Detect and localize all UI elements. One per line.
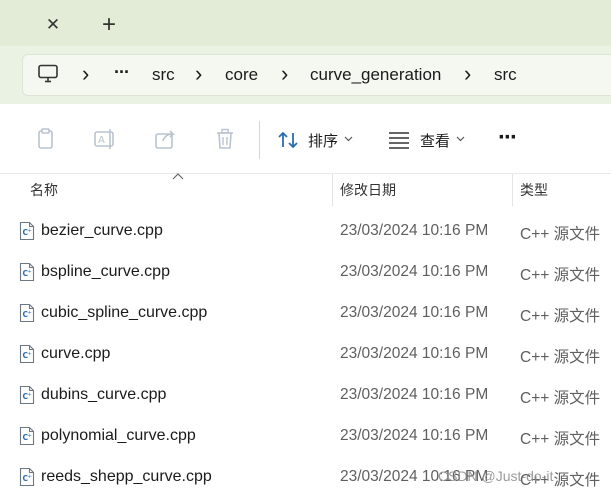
toolbar-divider bbox=[259, 121, 260, 159]
command-bar: A 排序 查看 ··· bbox=[0, 104, 611, 174]
svg-text:+: + bbox=[28, 433, 32, 439]
cpp-file-icon: C + bbox=[19, 467, 35, 487]
file-row[interactable]: C + bspline_curve.cpp 23/03/2024 10:16 PM C+… bbox=[0, 253, 611, 294]
file-name[interactable]: bspline_curve.cpp bbox=[41, 263, 170, 281]
tab-strip: ✕ + bbox=[0, 0, 611, 46]
more-options-button[interactable]: ··· bbox=[498, 124, 518, 152]
view-button[interactable]: 查看 bbox=[382, 122, 472, 158]
view-icon bbox=[389, 132, 409, 149]
sort-ascending-icon bbox=[172, 173, 184, 180]
svg-text:+: + bbox=[28, 351, 32, 357]
watermark: CSDN @Just-do-it bbox=[438, 468, 554, 484]
close-tab-button[interactable]: ✕ bbox=[40, 12, 66, 38]
view-label: 查看 bbox=[420, 133, 451, 150]
address-bar: › ··· src › core › curve_generation › sr… bbox=[0, 46, 611, 104]
file-name[interactable]: curve.cpp bbox=[41, 345, 110, 363]
file-type: C++ 源文件 bbox=[520, 431, 601, 448]
breadcrumb-item-src[interactable]: src bbox=[152, 65, 175, 85]
column-header-type[interactable]: 类型 bbox=[520, 180, 548, 200]
breadcrumb-separator-icon[interactable]: › bbox=[82, 61, 89, 87]
sort-label: 排序 bbox=[308, 133, 339, 150]
file-type: C++ 源文件 bbox=[520, 349, 601, 366]
file-row[interactable]: C + bezier_curve.cpp 23/03/2024 10:16 PM C++… bbox=[0, 212, 611, 253]
copy-icon[interactable] bbox=[33, 126, 59, 152]
computer-icon[interactable] bbox=[37, 64, 59, 84]
delete-icon[interactable] bbox=[212, 126, 238, 152]
sort-button[interactable]: 排序 bbox=[270, 122, 360, 158]
column-header-name[interactable]: 名称 bbox=[30, 180, 58, 200]
file-modified-date: 23/03/2024 10:16 PM bbox=[340, 386, 489, 403]
plus-icon: + bbox=[101, 11, 116, 38]
sort-icon bbox=[278, 131, 298, 149]
chevron-down-icon bbox=[456, 136, 465, 142]
column-header-row: 名称 修改日期 类型 bbox=[0, 173, 611, 206]
cpp-file-icon: C + bbox=[19, 426, 35, 446]
column-header-modified[interactable]: 修改日期 bbox=[340, 180, 396, 200]
cpp-file-icon: C + bbox=[19, 344, 35, 364]
cpp-file-icon: C + bbox=[19, 303, 35, 323]
svg-text:+: + bbox=[28, 269, 32, 275]
breadcrumb-separator-icon[interactable]: › bbox=[464, 61, 471, 87]
file-name[interactable]: dubins_curve.cpp bbox=[41, 386, 166, 404]
file-name[interactable]: bezier_curve.cpp bbox=[41, 222, 163, 240]
column-divider[interactable] bbox=[512, 174, 513, 206]
file-modified-date: 23/03/2024 10:16 PM bbox=[340, 345, 489, 362]
file-name[interactable]: cubic_spline_curve.cpp bbox=[41, 304, 207, 322]
svg-text:+: + bbox=[28, 392, 32, 398]
column-divider[interactable] bbox=[332, 174, 333, 206]
file-modified-date: 23/03/2024 10:16 PM bbox=[340, 263, 489, 280]
breadcrumb-separator-icon[interactable]: › bbox=[195, 61, 202, 87]
file-modified-date: 23/03/2024 10:16 PM bbox=[340, 222, 489, 239]
file-type: C++ 源文件 bbox=[520, 226, 601, 243]
breadcrumb-item-curve-generation[interactable]: curve_generation bbox=[310, 65, 441, 85]
breadcrumb-overflow-button[interactable]: ··· bbox=[114, 62, 130, 83]
file-name[interactable]: polynomial_curve.cpp bbox=[41, 427, 196, 445]
svg-text:+: + bbox=[28, 228, 32, 234]
svg-text:+: + bbox=[28, 310, 32, 316]
breadcrumb-item-src-current[interactable]: src bbox=[494, 65, 517, 85]
cpp-file-icon: C + bbox=[19, 221, 35, 241]
cpp-file-icon: C + bbox=[19, 385, 35, 405]
file-type: C++ 源文件 bbox=[520, 267, 601, 284]
svg-text:+: + bbox=[28, 474, 32, 480]
breadcrumb-separator-icon[interactable]: › bbox=[281, 61, 288, 87]
share-icon[interactable] bbox=[153, 126, 179, 152]
new-tab-button[interactable]: + bbox=[96, 12, 122, 38]
file-type: C++ 源文件 bbox=[520, 390, 601, 407]
breadcrumb-item-core[interactable]: core bbox=[225, 65, 258, 85]
file-row[interactable]: C + dubins_curve.cpp 23/03/2024 10:16 PM C++… bbox=[0, 376, 611, 417]
close-icon: ✕ bbox=[45, 15, 61, 34]
file-name[interactable]: reeds_shepp_curve.cpp bbox=[41, 468, 212, 486]
file-modified-date: 23/03/2024 10:16 PM bbox=[340, 427, 489, 444]
file-row[interactable]: C + curve.cpp 23/03/2024 10:16 PM C++ 源文件 bbox=[0, 335, 611, 376]
cpp-file-icon: C + bbox=[19, 262, 35, 282]
rename-icon[interactable]: A bbox=[92, 126, 118, 152]
chevron-down-icon bbox=[344, 136, 353, 142]
file-type: C++ 源文件 bbox=[520, 308, 601, 325]
svg-text:A: A bbox=[98, 135, 105, 146]
file-modified-date: 23/03/2024 10:16 PM bbox=[340, 304, 489, 321]
file-row[interactable]: C + polynomial_curve.cpp 23/03/2024 10:16 P… bbox=[0, 417, 611, 458]
file-row[interactable]: C + cubic_spline_curve.cpp 23/03/2024 10:16… bbox=[0, 294, 611, 335]
